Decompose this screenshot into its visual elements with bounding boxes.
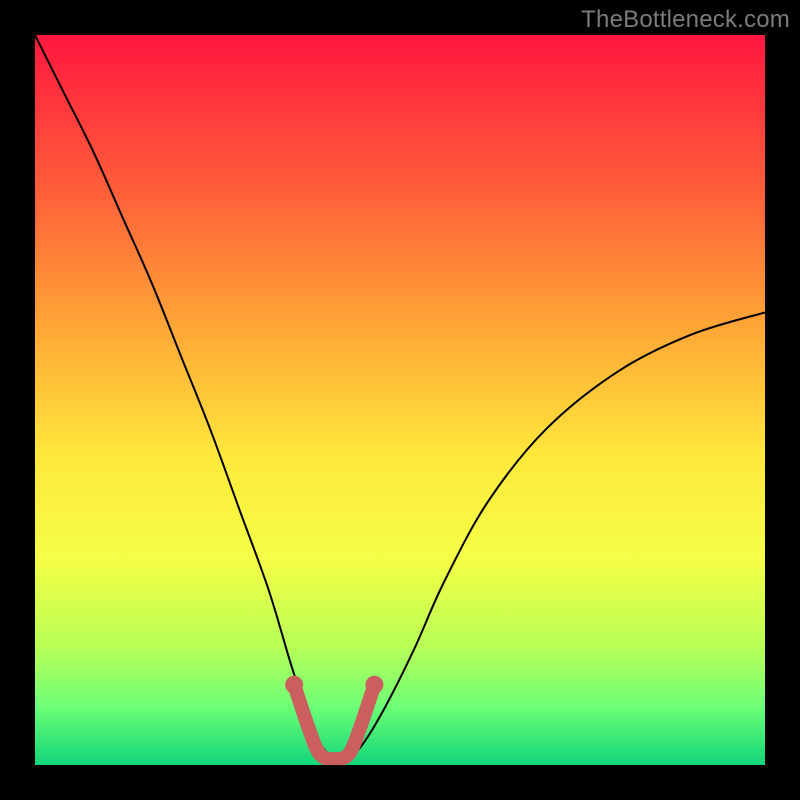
bottleneck-chart [35, 35, 765, 765]
watermark-text: TheBottleneck.com [581, 6, 790, 34]
plot-area [35, 35, 765, 765]
gradient-background [35, 35, 765, 765]
chart-frame: TheBottleneck.com [0, 0, 800, 800]
flat-region-endpoint [365, 676, 383, 694]
flat-region-endpoint [285, 676, 303, 694]
